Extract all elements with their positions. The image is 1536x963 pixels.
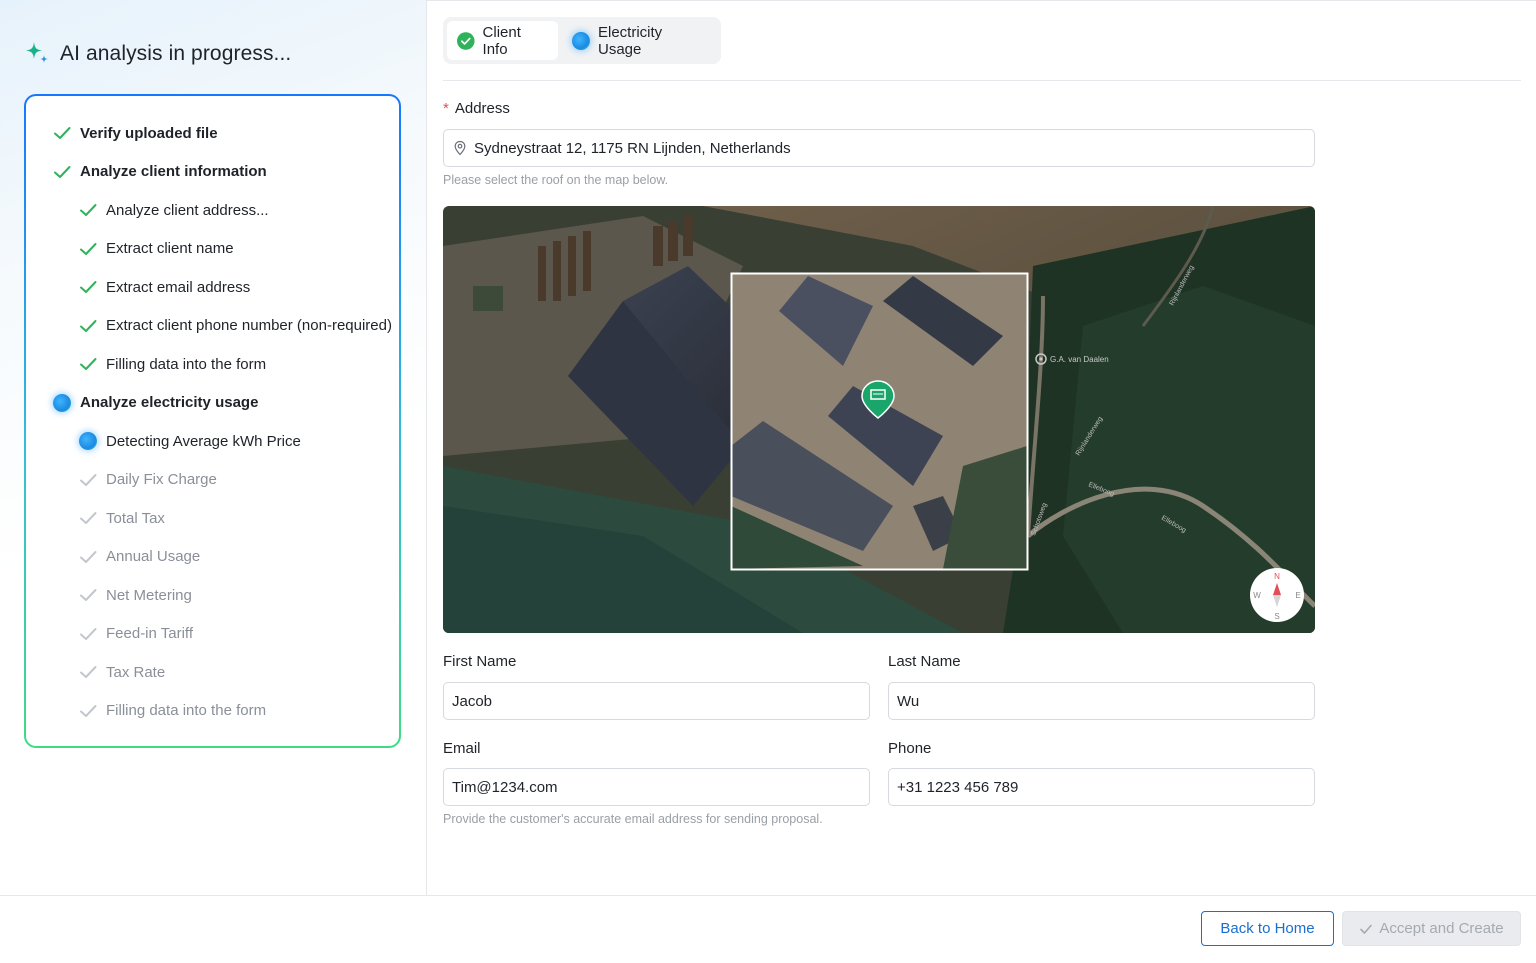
analysis-substep: Tax Rate: [79, 663, 165, 681]
analysis-substep: Detecting Average kWh Price: [79, 432, 301, 450]
analysis-substep: Extract email address: [79, 278, 250, 296]
email-label: Email: [443, 740, 481, 757]
tab-electricity-usage[interactable]: Electricity Usage: [562, 21, 717, 60]
loading-dot-icon: [79, 432, 97, 450]
step-label: Analyze client address...: [106, 201, 269, 219]
step-label: Analyze electricity usage: [80, 394, 259, 411]
top-divider: [427, 0, 1536, 1]
step-label: Filling data into the form: [106, 355, 267, 373]
svg-text:N: N: [1274, 572, 1280, 581]
address-input[interactable]: Sydneystraat 12, 1175 RN Lijnden, Nether…: [443, 129, 1315, 167]
step-label: Extract client phone number (non-require…: [106, 317, 392, 334]
step-label: Daily Fix Charge: [106, 471, 217, 488]
svg-text:E: E: [1295, 591, 1300, 600]
tab-label: Electricity Usage: [597, 23, 663, 58]
loading-dot-icon: [53, 393, 71, 412]
analysis-substep: Filling data into the form: [79, 355, 266, 373]
analysis-substep: Filling data into the form: [79, 702, 266, 720]
checkmark-icon: [80, 512, 97, 524]
loading-dot-icon: [572, 31, 590, 50]
svg-text:S: S: [1274, 612, 1279, 621]
step-label: Feed-in Tariff: [106, 625, 193, 642]
step-label: Filling data into the form: [106, 702, 267, 719]
satellite-map[interactable]: G.A. van Daalen Rijnlanderweg Rijnlander…: [443, 206, 1315, 633]
address-label: * Address: [443, 100, 510, 117]
tab-label: Client Info: [482, 23, 521, 58]
checkmark-icon: [54, 165, 71, 178]
step-label: Net Metering: [106, 586, 192, 604]
analysis-step: Analyze electricity usage: [53, 393, 259, 412]
success-check-icon: [457, 31, 475, 50]
analysis-substep: Analyze client address...: [79, 201, 269, 219]
email-input[interactable]: Tim@1234.com: [443, 768, 870, 806]
analysis-substep: Total Tax: [79, 509, 165, 527]
analysis-substep: Annual Usage: [79, 548, 200, 566]
compass-icon[interactable]: N S E W: [1250, 568, 1304, 622]
step-label: Extract email address: [106, 278, 251, 296]
location-pin-icon: [454, 140, 466, 156]
analysis-panel: AI analysis in progress... Verify upload…: [0, 0, 427, 895]
footer-divider: [0, 895, 1536, 896]
analysis-substep: Extract client phone number (non-require…: [79, 317, 392, 335]
checkmark-icon: [80, 473, 97, 486]
checkmark-icon: [80, 550, 97, 563]
ai-sparkle-icon: [26, 42, 48, 63]
checkmark-icon: [80, 358, 97, 370]
last-name-label: Last Name: [888, 653, 961, 670]
checkmark-icon: [80, 281, 97, 293]
tabs-divider: [443, 80, 1521, 81]
address-hint: Please select the roof on the map below.: [443, 173, 669, 187]
required-mark: *: [443, 100, 449, 117]
check-icon: [1360, 924, 1373, 934]
phone-label: Phone: [888, 740, 932, 757]
first-name-input[interactable]: Jacob: [443, 682, 870, 720]
analysis-steps-card: Verify uploaded file Analyze client infor…: [24, 94, 401, 748]
step-label: Tax Rate: [106, 663, 166, 681]
email-hint: Provide the customer's accurate email ad…: [443, 812, 823, 826]
analysis-step: Verify uploaded file: [53, 124, 218, 142]
checkmark-icon: [80, 704, 97, 717]
back-to-home-button[interactable]: Back to Home: [1201, 911, 1334, 946]
checkmark-icon: [80, 627, 97, 640]
checkmark-icon: [54, 127, 71, 139]
analysis-step: Analyze client information: [53, 163, 267, 181]
analysis-substep: Feed-in Tariff: [79, 625, 193, 643]
last-name-input[interactable]: Wu: [888, 682, 1315, 720]
first-name-label: First Name: [443, 653, 517, 670]
analysis-substep: Extract client name: [79, 240, 234, 258]
checkmark-icon: [80, 589, 97, 601]
checkmark-icon: [80, 666, 97, 678]
accept-and-create-button[interactable]: Accept and Create: [1342, 911, 1521, 946]
step-label: Detecting Average kWh Price: [106, 432, 301, 450]
checkmark-icon: [80, 204, 97, 216]
analysis-header: AI analysis in progress...: [24, 40, 291, 68]
svg-text:W: W: [1253, 591, 1261, 600]
step-label: Extract client name: [106, 240, 234, 257]
map-place-label: G.A. van Daalen: [1050, 355, 1109, 364]
step-label: Annual Usage: [106, 548, 201, 565]
analysis-steps-list: Verify uploaded file Analyze client infor…: [26, 96, 399, 746]
tab-client-info[interactable]: Client Info: [447, 21, 559, 60]
checkmark-icon: [80, 319, 97, 332]
phone-input[interactable]: +31 1223 456 789: [888, 768, 1315, 806]
step-label: Total Tax: [106, 509, 165, 527]
analysis-title: AI analysis in progress...: [60, 42, 292, 65]
checkmark-icon: [80, 242, 97, 255]
analysis-substep: Net Metering: [79, 586, 192, 604]
tab-bar: Client Info Electricity Usage: [443, 17, 721, 64]
analysis-substep: Daily Fix Charge: [79, 471, 217, 489]
step-label: Verify uploaded file: [80, 124, 218, 142]
step-label: Analyze client information: [80, 163, 267, 180]
